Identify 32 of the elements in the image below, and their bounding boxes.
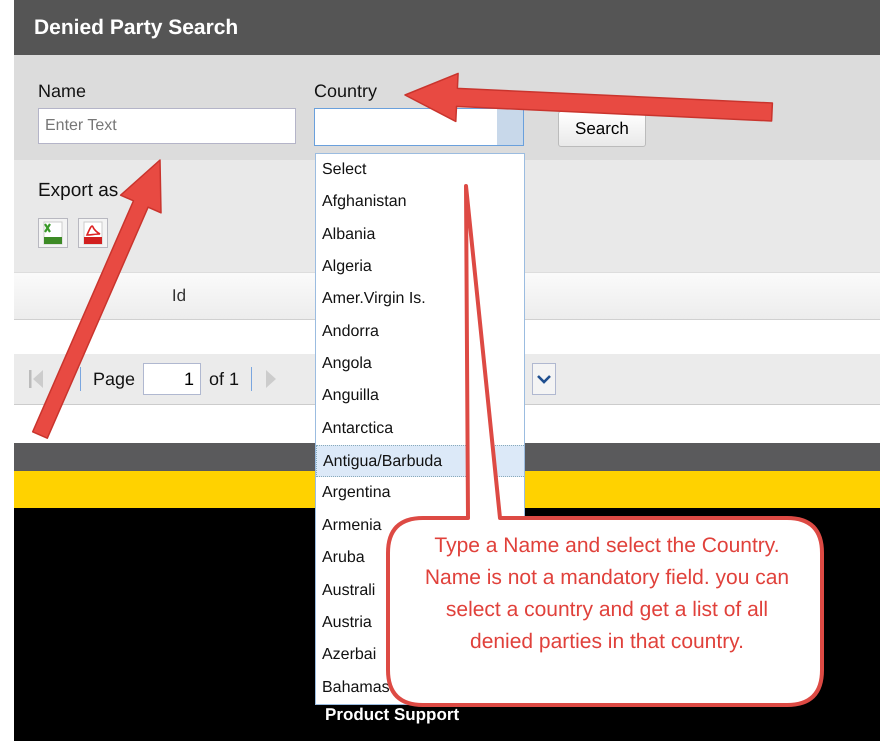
- country-option[interactable]: Andorra: [316, 316, 379, 348]
- page-size-select[interactable]: [532, 363, 556, 395]
- page-count-label: of 1: [209, 368, 240, 390]
- name-label: Name: [38, 81, 88, 102]
- country-option[interactable]: Azerbai: [316, 639, 376, 672]
- page-label: Page: [93, 368, 136, 390]
- country-option[interactable]: Algeria: [316, 251, 372, 284]
- country-option[interactable]: Antarctica: [316, 412, 394, 446]
- chevron-down-icon: [537, 374, 552, 384]
- country-option[interactable]: Aruba: [316, 542, 365, 575]
- name-field[interactable]: Enter Text: [38, 108, 296, 144]
- callout-text: Type a Name and select the Country. Name is not a mandatory field. you can select a country and get a list of all denied parties in that country.: [424, 533, 790, 655]
- country-label: Country: [314, 81, 378, 102]
- search-button[interactable]: Search: [558, 111, 646, 147]
- country-select[interactable]: [314, 108, 524, 146]
- country-option[interactable]: Argentina: [316, 477, 390, 510]
- export-label: Export as: [38, 180, 118, 202]
- excel-icon[interactable]: [38, 218, 68, 248]
- country-option[interactable]: Australi: [316, 574, 376, 607]
- pdf-icon[interactable]: [78, 218, 108, 248]
- country-option[interactable]: Bahamas: [316, 672, 390, 704]
- country-option[interactable]: Austria: [316, 606, 372, 640]
- footer-heading: Product Support: [325, 705, 460, 725]
- country-option[interactable]: Select: [316, 154, 366, 186]
- country-option[interactable]: Angola: [316, 348, 372, 380]
- country-option[interactable]: Armenia: [316, 510, 382, 542]
- country-option[interactable]: Afghanistan: [316, 186, 407, 219]
- country-option[interactable]: Anguilla: [316, 380, 379, 413]
- country-option[interactable]: Amer.Virgin Is.: [316, 283, 426, 316]
- country-option[interactable]: Albania: [316, 218, 376, 252]
- panel-title: Denied Party Search: [34, 16, 238, 40]
- page-number-field[interactable]: 1: [143, 363, 202, 395]
